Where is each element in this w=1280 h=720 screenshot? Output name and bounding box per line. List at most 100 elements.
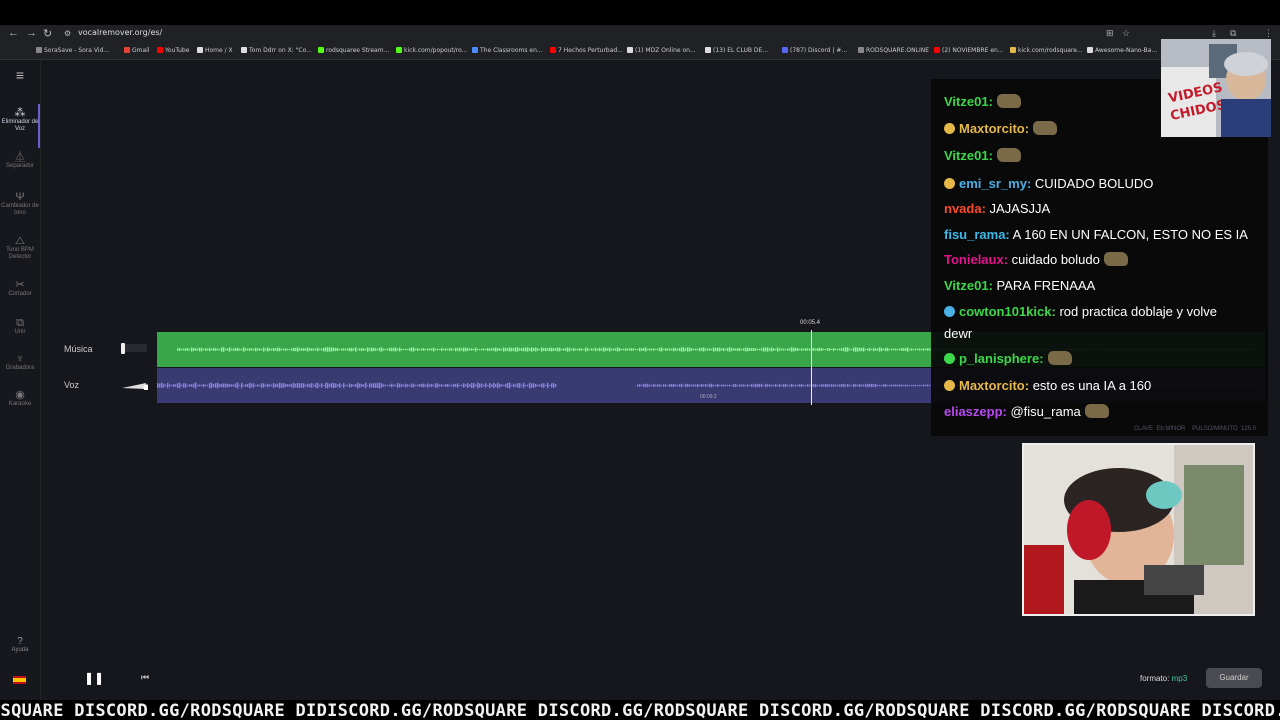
bookmark-item[interactable]: YouTube (157, 47, 189, 54)
chat-text: JAJASJJA (985, 201, 1051, 216)
chat-username[interactable]: emi_sr_my (959, 176, 1027, 191)
chat-badge-icon (944, 353, 955, 364)
chat-username[interactable]: p_lanisphere (959, 351, 1039, 366)
bookmark-item[interactable]: kick.com/popout/ro... (396, 47, 467, 54)
bookmark-item[interactable]: kick.com/rodsquare... (1010, 47, 1083, 54)
chat-emote-icon (1047, 351, 1072, 365)
sidebar-item-unir[interactable]: ⧉ Unir (0, 317, 40, 336)
hamburger-menu-icon[interactable]: ≡ (0, 68, 40, 82)
pause-button[interactable]: ❚❚ (84, 671, 104, 685)
format-value[interactable]: mp3 (1172, 674, 1188, 683)
scissors-icon: ✂ (15, 279, 25, 291)
bookmark-favicon-icon (1010, 47, 1016, 53)
bookmark-favicon-icon (318, 47, 324, 53)
menu-icon[interactable]: ⋮ (1264, 28, 1273, 39)
bookmark-favicon-icon (705, 47, 711, 53)
chat-username[interactable]: Maxtorcito (959, 378, 1025, 393)
chat-username[interactable]: Vitze01 (944, 94, 989, 109)
join-icon: ⧉ (16, 317, 24, 329)
site-info-icon[interactable]: ⚙ (64, 29, 71, 38)
bookmark-favicon-icon (1087, 47, 1093, 53)
bookmark-favicon-icon (157, 47, 163, 53)
sidebar-item-karaoke[interactable]: ◉ Karaoke (0, 390, 40, 408)
chat-message: p_lanisphere: (944, 351, 1072, 366)
active-indicator (38, 104, 40, 148)
help-button[interactable]: ? Ayuda (0, 636, 40, 653)
chat-text: esto es una IA a 160 (1029, 378, 1152, 393)
chat-username[interactable]: eliaszepp (944, 404, 1003, 419)
chat-username[interactable]: Vitze01 (944, 278, 989, 293)
language-flag-icon[interactable] (13, 676, 26, 684)
marker-time: 00:09.2 (700, 394, 717, 400)
bookmark-item[interactable]: rodsquaree Stream... (318, 47, 389, 54)
vocal-remover-icon: ⁂ (14, 107, 26, 119)
sidebar-item-cambiador-de-tono[interactable]: Ψ Cambiador de tono (0, 192, 40, 217)
current-time: 00:05.4 (800, 320, 821, 326)
chat-text: PARA FRENAAA (992, 278, 1096, 293)
save-button[interactable]: Guardar (1206, 668, 1262, 688)
chat-username[interactable]: Vitze01 (944, 148, 989, 163)
chat-text: rod practica doblaje y volve (1055, 304, 1217, 319)
bookmark-item[interactable]: Awesome-Nano-Ba... (1087, 47, 1157, 54)
bookmark-item[interactable]: (2) NOVIEMBRE en... (934, 47, 1004, 54)
playhead[interactable] (811, 330, 812, 405)
reload-icon[interactable]: ↻ (43, 27, 52, 40)
microphone-icon: ♆ (15, 353, 25, 365)
chat-username[interactable]: cowton101kick (959, 304, 1052, 319)
bookmark-item[interactable]: Tom Ddrr on X: "Co... (241, 47, 312, 54)
rewind-button[interactable]: ⏮ (141, 672, 149, 683)
chat-text: A 160 EN UN FALCON, ESTO NO ES IA (1009, 227, 1248, 242)
chat-message: nvada: JAJASJJA (944, 201, 1051, 216)
bookmark-item[interactable]: SoraSave - Sora Vid... (36, 47, 109, 54)
back-icon[interactable]: ← (8, 27, 19, 39)
sidebar-item-separador[interactable]: ⏅ Separador (0, 151, 40, 170)
voice-volume-slider[interactable] (122, 382, 148, 390)
bookmark-item[interactable]: (787) Discord | #... (782, 47, 847, 54)
splitter-icon: ⏅ (14, 151, 26, 163)
bookmark-favicon-icon (197, 47, 203, 53)
sidebar-item-grabadora[interactable]: ♆ Grabadora (0, 353, 40, 372)
streamer-webcam-small: VIDEOS CHIDOS (1161, 39, 1271, 137)
chat-username[interactable]: Tonielaux (944, 252, 1004, 267)
chat-username[interactable]: fisu_rama (944, 227, 1005, 242)
voice-track-label: Voz (64, 380, 80, 390)
bookmarks-bar: SoraSave - Sora Vid... Gmail YouTube Home /… (0, 43, 1280, 60)
bookmark-favicon-icon (472, 47, 478, 53)
chat-badge-icon (944, 178, 955, 189)
chat-message-wrap: dewr (944, 326, 973, 341)
sidebar-item-tono-bpm-detector[interactable]: ⧍ Tono BPM Detector (0, 236, 40, 261)
bookmark-item[interactable]: 7 Hechos Perturbad... (550, 47, 623, 54)
bookmark-item[interactable]: Home / X (197, 47, 233, 54)
bookmark-item[interactable]: (1) MDZ Online on... (627, 47, 696, 54)
bookmark-item[interactable]: Gmail (124, 47, 150, 54)
help-icon: ? (17, 636, 23, 647)
bookmark-item[interactable]: RODSQUARE.ONLINE (858, 47, 929, 54)
streamer-webcam-main (1022, 443, 1255, 616)
star-icon[interactable]: ☆ (1122, 28, 1130, 39)
translate-icon[interactable]: ⊞ (1106, 28, 1114, 39)
chat-message: Maxtorcito: (944, 121, 1058, 136)
forward-icon[interactable]: → (26, 27, 37, 39)
url-field[interactable]: vocalremover.org/es/ (78, 28, 162, 37)
download-icon[interactable]: ⤓ (1212, 28, 1216, 39)
bookmark-favicon-icon (396, 47, 402, 53)
sidebar: ≡ ⁂ Eliminador de Voz ⏅ Separador Ψ Cambiador… (0, 60, 41, 700)
sidebar-item-eliminador-de-voz[interactable]: ⁂ Eliminador de Voz (0, 107, 40, 133)
bookmark-item[interactable]: (13) EL CLUB DE... (705, 47, 768, 54)
music-track-label: Música (64, 344, 93, 354)
address-bar: ← → ↻ ⚙ vocalremover.org/es/ ⊞ ☆ ⤓ ⧉ ⋮ (0, 25, 1280, 43)
bookmark-favicon-icon (782, 47, 788, 53)
format-selector[interactable]: formato: mp3 (1140, 674, 1187, 683)
chat-message: Vitze01: PARA FRENAAA (944, 278, 1096, 293)
extensions-icon[interactable]: ⧉ (1230, 28, 1236, 39)
chat-username[interactable]: Maxtorcito (959, 121, 1025, 136)
sidebar-item-cortador[interactable]: ✂ Cortador (0, 279, 40, 298)
chat-badge-icon (944, 123, 955, 134)
chat-message: cowton101kick: rod practica doblaje y vo… (944, 304, 1217, 319)
chat-message: Tonielaux: cuidado boludo (944, 252, 1128, 267)
chat-username[interactable]: nvada (944, 201, 982, 216)
bookmark-favicon-icon (858, 47, 864, 53)
ticker-text: DSQUARE DISCORD.GG/RODSQUARE DIDISCORD.G… (0, 701, 1280, 720)
music-volume-knob[interactable] (121, 343, 125, 354)
bookmark-item[interactable]: The Classrooms en... (472, 47, 543, 54)
